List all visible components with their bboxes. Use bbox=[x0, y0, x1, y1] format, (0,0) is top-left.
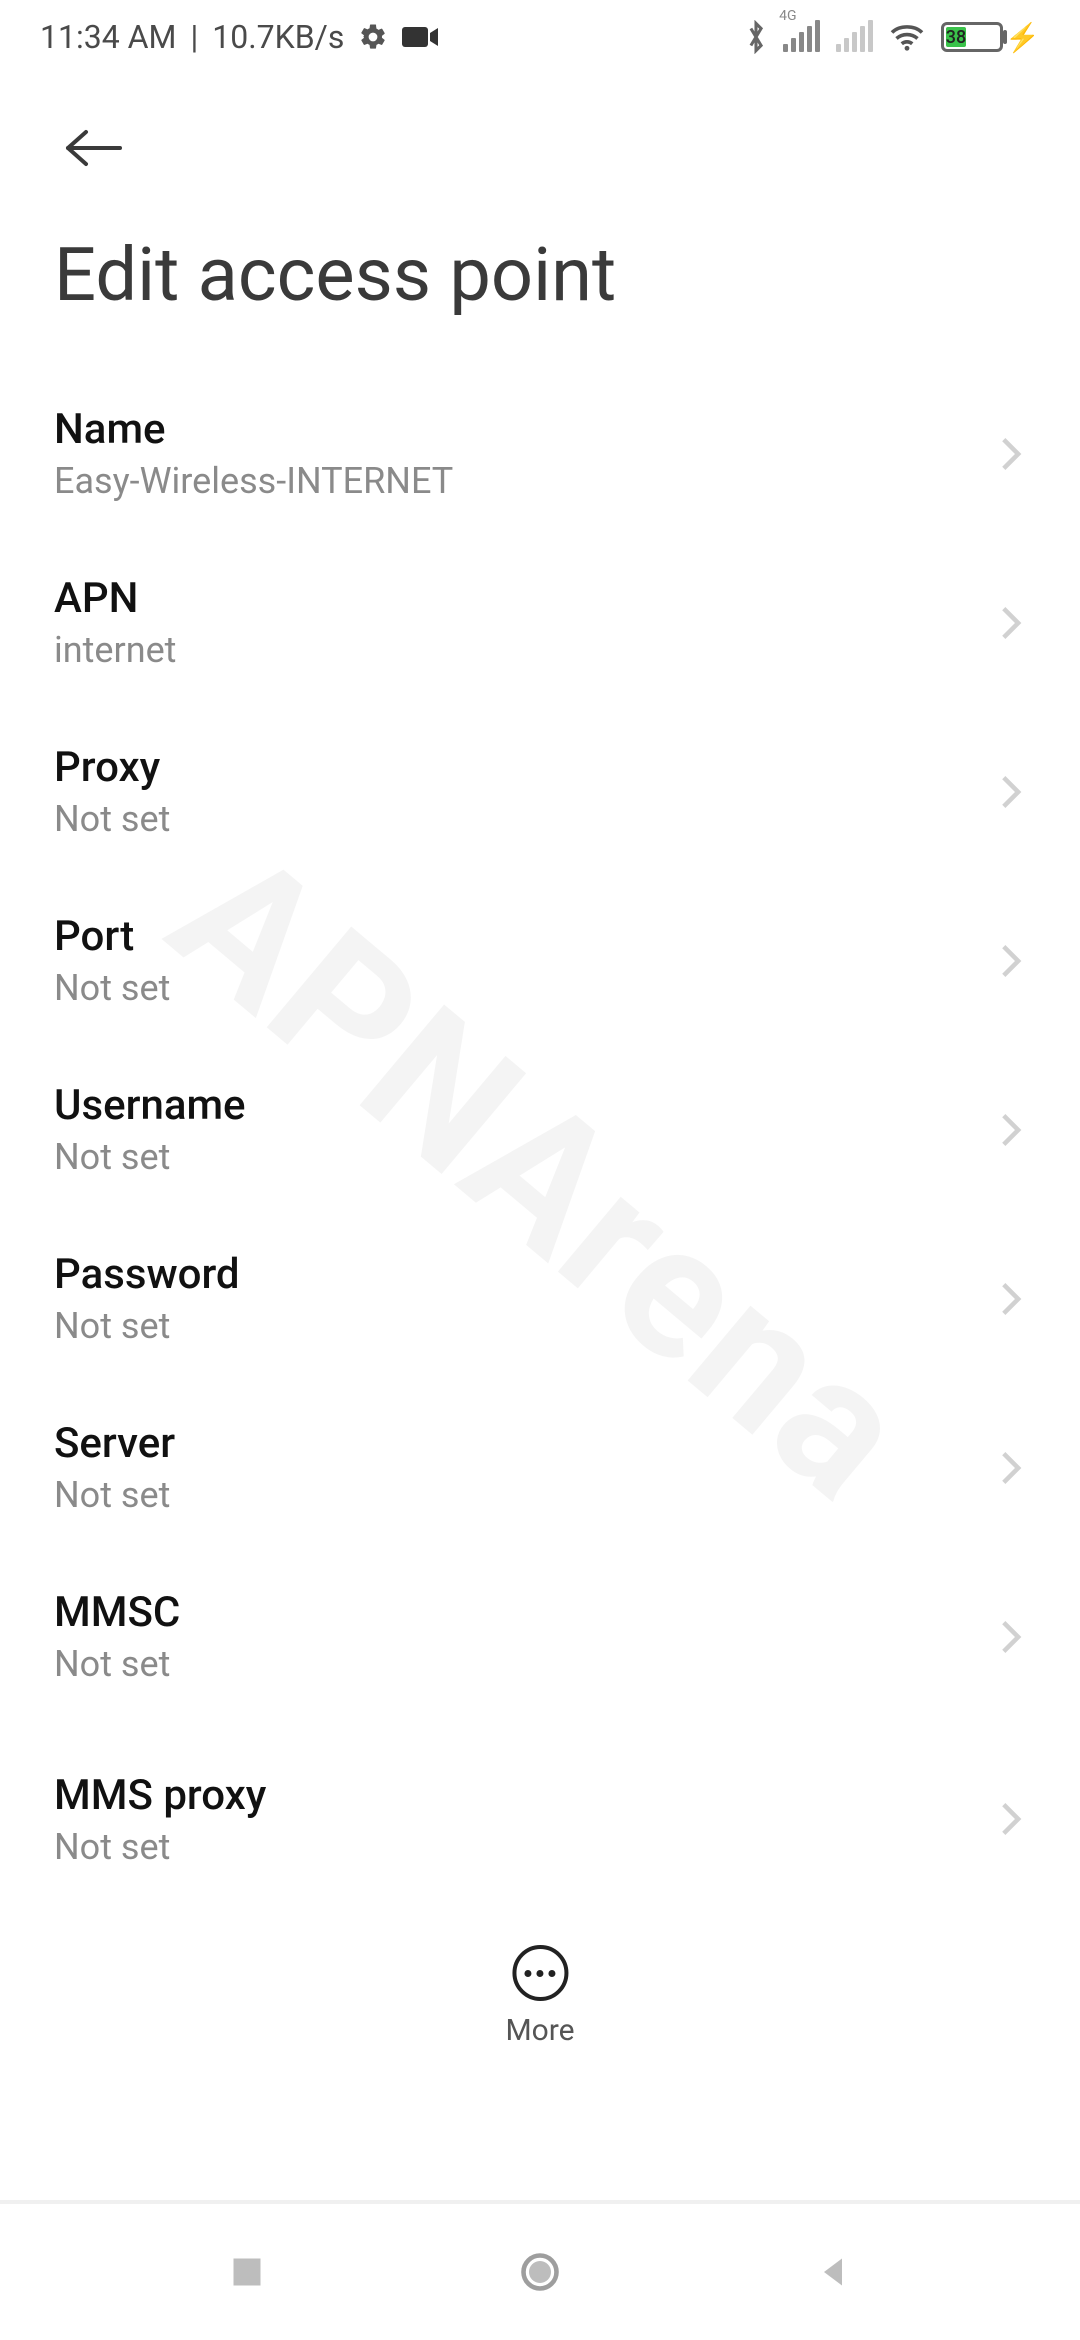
label-username: Username bbox=[54, 1081, 246, 1130]
app-body: Edit access point APNArena Name Easy-Wir… bbox=[0, 74, 1080, 2200]
label-port: Port bbox=[54, 912, 170, 961]
page-title: Edit access point bbox=[0, 188, 1080, 369]
label-mmsc: MMSC bbox=[54, 1588, 180, 1637]
value-username: Not set bbox=[54, 1136, 246, 1178]
more-menu[interactable]: More bbox=[505, 1945, 574, 2048]
row-name[interactable]: Name Easy-Wireless-INTERNET bbox=[0, 369, 1080, 538]
more-label: More bbox=[505, 2013, 574, 2048]
row-port[interactable]: Port Not set bbox=[0, 876, 1080, 1045]
label-apn: APN bbox=[54, 574, 176, 623]
app-header bbox=[0, 74, 1080, 188]
chevron-right-icon bbox=[996, 1445, 1026, 1491]
row-apn[interactable]: APN internet bbox=[0, 538, 1080, 707]
chevron-right-icon bbox=[996, 1107, 1026, 1153]
charging-bolt-icon: ⚡ bbox=[1005, 21, 1040, 54]
nav-back-button[interactable] bbox=[773, 2232, 893, 2312]
status-right: 4G 38 ⚡ bbox=[745, 20, 1040, 54]
chevron-right-icon bbox=[996, 1796, 1026, 1842]
bluetooth-icon bbox=[745, 20, 767, 54]
label-mms-proxy: MMS proxy bbox=[54, 1771, 266, 1820]
value-password: Not set bbox=[54, 1305, 240, 1347]
sim1-signal-icon: 4G bbox=[783, 22, 820, 52]
video-camera-icon bbox=[402, 25, 438, 49]
chevron-right-icon bbox=[996, 1276, 1026, 1322]
more-icon bbox=[512, 1945, 568, 2001]
back-button[interactable] bbox=[54, 108, 134, 188]
row-server[interactable]: Server Not set bbox=[0, 1383, 1080, 1552]
chevron-right-icon bbox=[996, 769, 1026, 815]
sim2-signal-icon bbox=[836, 22, 873, 52]
row-mms-proxy[interactable]: MMS proxy Not set bbox=[0, 1721, 1080, 1881]
wifi-icon bbox=[889, 22, 925, 52]
chevron-right-icon bbox=[996, 938, 1026, 984]
battery-icon: 38 ⚡ bbox=[941, 21, 1040, 54]
row-username[interactable]: Username Not set bbox=[0, 1045, 1080, 1214]
battery-fill: 38 bbox=[946, 27, 966, 47]
label-proxy: Proxy bbox=[54, 743, 170, 792]
value-proxy: Not set bbox=[54, 798, 170, 840]
nav-recents-button[interactable] bbox=[187, 2232, 307, 2312]
chevron-right-icon bbox=[996, 1614, 1026, 1660]
system-nav-bar bbox=[0, 2200, 1080, 2340]
value-mmsc: Not set bbox=[54, 1643, 180, 1685]
label-server: Server bbox=[54, 1419, 175, 1468]
value-apn: internet bbox=[54, 629, 176, 671]
row-password[interactable]: Password Not set bbox=[0, 1214, 1080, 1383]
row-proxy[interactable]: Proxy Not set bbox=[0, 707, 1080, 876]
settings-list: APNArena Name Easy-Wireless-INTERNET APN… bbox=[0, 369, 1080, 2200]
chevron-right-icon bbox=[996, 600, 1026, 646]
label-name: Name bbox=[54, 405, 453, 454]
label-password: Password bbox=[54, 1250, 240, 1299]
chevron-right-icon bbox=[996, 431, 1026, 477]
value-port: Not set bbox=[54, 967, 170, 1009]
value-server: Not set bbox=[54, 1474, 175, 1516]
nav-home-button[interactable] bbox=[480, 2232, 600, 2312]
row-mmsc[interactable]: MMSC Not set bbox=[0, 1552, 1080, 1721]
value-name: Easy-Wireless-INTERNET bbox=[54, 460, 453, 502]
status-divider: | bbox=[190, 18, 198, 56]
settings-gear-icon bbox=[358, 22, 388, 52]
status-time: 11:34 AM bbox=[40, 18, 176, 56]
value-mms-proxy: Not set bbox=[54, 1826, 266, 1868]
status-bar: 11:34 AM | 10.7KB/s 4G 38 bbox=[0, 0, 1080, 74]
status-net-speed: 10.7KB/s bbox=[212, 18, 344, 56]
status-left: 11:34 AM | 10.7KB/s bbox=[40, 18, 438, 56]
